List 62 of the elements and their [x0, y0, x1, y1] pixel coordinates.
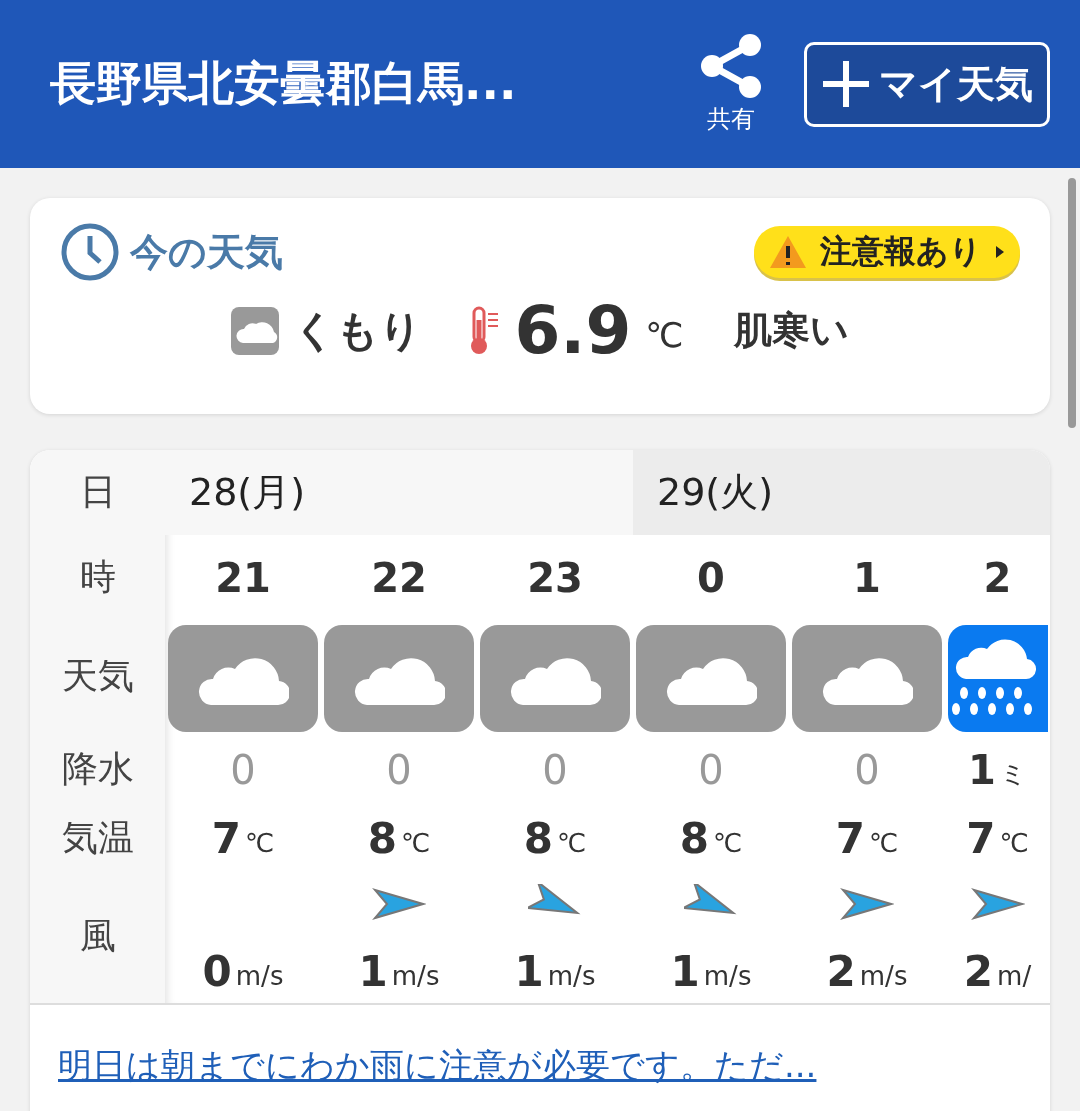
wind-speed-value: 1	[514, 946, 544, 996]
wind-speed-value: 0	[202, 946, 232, 996]
temperature-unit: ℃	[401, 828, 431, 858]
hour-cell-text: 2	[983, 553, 1012, 603]
precipitation-value: 0	[542, 746, 568, 793]
row-label: 降水	[61, 747, 134, 791]
row-label: 天気	[61, 653, 134, 698]
share-button[interactable]: 共有	[698, 33, 764, 135]
temperature-unit: ℃	[645, 315, 684, 355]
temperature-value: 8	[679, 813, 709, 863]
row-label: 気温	[61, 815, 134, 860]
row-label: 時	[79, 555, 116, 599]
temperature-value: 8	[523, 813, 553, 863]
share-icon	[698, 33, 764, 99]
wind-speed-value: 1	[358, 946, 388, 996]
plus-icon	[821, 59, 871, 109]
forecast-summary-link[interactable]: 明日は朝までにわか雨に注意が必要です。ただ...	[58, 1045, 817, 1085]
current-weather-heading: 今の天気	[130, 228, 283, 276]
temperature-unit: ℃	[713, 828, 743, 858]
feels-like-text: 肌寒い	[733, 307, 849, 354]
add-my-weather-button[interactable]: マイ天気	[804, 41, 1050, 127]
precipitation-value: 0	[230, 746, 256, 793]
caret-icon	[994, 244, 1006, 260]
precipitation-value: 0	[386, 746, 412, 793]
cloud-icon	[231, 306, 280, 355]
temperature-value: 7	[835, 813, 865, 863]
advisory-badge[interactable]: 注意報あり	[754, 226, 1020, 278]
current-temperature: 6.9	[514, 292, 632, 369]
row-label: 風	[79, 913, 116, 958]
wind-speed-unit: m/s	[547, 961, 596, 991]
wind-speed-value: 1	[670, 946, 700, 996]
row-label: 日	[79, 470, 116, 514]
location-title: 長野県北安曇郡白馬...	[50, 55, 518, 112]
weather-condition: くもり	[293, 304, 423, 357]
precipitation-value: 0	[698, 746, 724, 793]
scrollbar[interactable]	[1068, 178, 1076, 428]
hour-cell-text: 23	[527, 553, 583, 603]
date-cell: 29(火)	[633, 450, 1050, 535]
wind-speed-unit: m/s	[703, 961, 752, 991]
precipitation-value: 1	[968, 746, 996, 793]
wind-speed-unit: m/s	[391, 961, 440, 991]
clock-icon	[60, 222, 120, 282]
wind-speed-unit: m/s	[859, 961, 908, 991]
temperature-unit: ℃	[999, 828, 1029, 858]
wind-speed-unit: m/s	[235, 961, 284, 991]
hour-cell-text: 22	[371, 553, 427, 603]
temperature-value: 8	[367, 813, 397, 863]
temperature-unit: ℃	[245, 828, 275, 858]
temperature-unit: ℃	[557, 828, 587, 858]
date-cell: 28(月)	[165, 450, 633, 535]
wind-speed-value: 2	[826, 946, 856, 996]
wind-speed-unit: m/	[997, 961, 1032, 991]
temperature-value: 7	[966, 813, 996, 863]
precipitation-value: 0	[854, 746, 880, 793]
temperature-unit: ℃	[869, 828, 899, 858]
hour-cell-text: 1	[853, 553, 881, 603]
temperature-value: 7	[211, 813, 241, 863]
hour-cell-text: 0	[697, 553, 725, 603]
wind-speed-value: 2	[963, 946, 994, 996]
hour-cell-text: 21	[215, 553, 271, 603]
precipitation-unit: ミ	[999, 758, 1027, 791]
warning-icon	[768, 234, 808, 270]
